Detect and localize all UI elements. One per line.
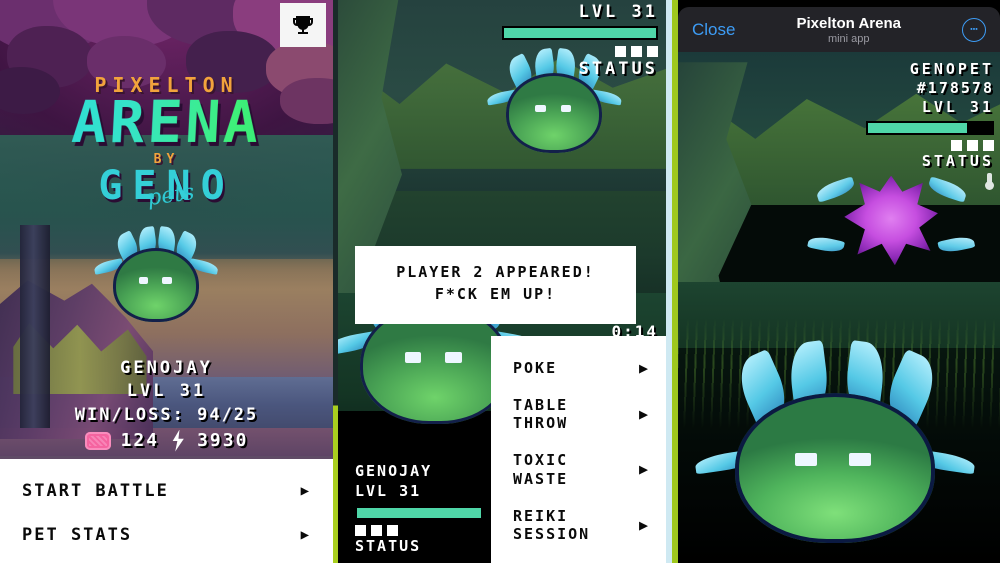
chevron-right-icon: ▶ (638, 404, 650, 423)
mini-app-pet-stats: GENOPET #178578 LVL 31 STATUS (866, 60, 994, 190)
opponent-hp-bar (502, 26, 658, 40)
battle-dialog-box[interactable]: PLAYER 2 APPEARED! F*CK EM UP! (355, 246, 636, 324)
dialog-line-2: F*CK EM UP! (434, 284, 557, 303)
chevron-right-icon: ▶ (638, 358, 650, 377)
player-pet-name: GENOJAY (355, 462, 433, 480)
home-menu: START BATTLE ▶ PET STATS ▶ (0, 459, 333, 563)
player-stats: GENOJAY LVL 31 STATUS (355, 462, 483, 555)
mini-app-left-edge (672, 0, 678, 563)
action-item-table-throw[interactable]: TABLE THROW ▶ (491, 387, 666, 443)
battle-action-menu: POKE ▶ TABLE THROW ▶ TOXIC WASTE ▶ REIKI… (491, 335, 666, 563)
panel-battle-screen: LVL 31 STATUS PLAYER 2 APPEARED! F*CK EM… (333, 0, 666, 563)
opponent-status-dots (502, 46, 658, 57)
pet-hp-fill (868, 123, 968, 133)
opponent-level: LVL 31 (578, 2, 658, 22)
page-subtitle: mini app (827, 32, 870, 45)
gem-value: 124 (120, 430, 160, 451)
opponent-stats: LVL 31 STATUS (502, 2, 658, 79)
action-item-reiki-session[interactable]: REIKI SESSION ▶ (491, 498, 666, 554)
menu-item-label: PET STATS (22, 525, 133, 545)
home-pet-sprite (93, 225, 219, 322)
opponent-hp-fill (504, 28, 656, 38)
pet-id: #178578 (916, 79, 994, 97)
chevron-right-icon: ▶ (300, 527, 311, 543)
trophy-button[interactable] (280, 3, 326, 47)
action-item-toxic-waste[interactable]: TOXIC WASTE ▶ (491, 442, 666, 498)
menu-item-pet-stats[interactable]: PET STATS ▶ (0, 513, 333, 557)
player-hp-fill (357, 508, 481, 518)
pet-status-label: STATUS (921, 152, 994, 170)
pet-status-dots (866, 140, 994, 151)
chevron-right-icon: ▶ (300, 483, 311, 499)
win-loss-label: WIN/LOSS: (74, 404, 185, 425)
home-pet-stats: GENOJAY LVL 31 WIN/LOSS: 94/25 124 3930 (0, 358, 333, 452)
energy-bolt-icon (172, 429, 184, 452)
mini-app-player-pet-sprite (694, 339, 976, 543)
mini-app-header: Close Pixelton Arena mini app ⋯ (678, 7, 1000, 52)
panel-home-screen: PIXELTON ARENA BY GENO pets GENOJAY LVL … (0, 0, 333, 563)
screenshot-root: PIXELTON ARENA BY GENO pets GENOJAY LVL … (0, 0, 1000, 563)
battle-left-edge (333, 0, 338, 563)
player-status-dots (355, 525, 483, 536)
bolt-value: 3930 (197, 430, 249, 451)
action-item-label: TOXIC WASTE (513, 451, 569, 488)
player-pet-level: LVL 31 (355, 482, 422, 500)
opponent-status-label: STATUS (578, 59, 658, 79)
gem-icon (84, 431, 111, 450)
resources-row: 124 3930 (0, 429, 333, 452)
pet-name: GENOJAY (120, 357, 213, 378)
dialog-line-1: PLAYER 2 APPEARED! (396, 263, 595, 281)
panel-divider (666, 0, 672, 563)
win-loss-value: 94/25 (197, 404, 259, 425)
chevron-right-icon: ▶ (638, 460, 650, 479)
action-item-label: REIKI SESSION (513, 506, 591, 544)
opponent-pet-sprite (486, 48, 623, 154)
action-item-label: POKE (513, 358, 558, 377)
menu-item-label: START BATTLE (22, 481, 169, 501)
pet-level: LVL 31 (126, 380, 207, 401)
logo-arena-text: ARENA (0, 88, 333, 156)
more-dots-icon[interactable]: ⋯ (962, 17, 986, 42)
pet-name: GENOPET (909, 60, 994, 78)
pet-hp-bar (866, 121, 994, 135)
win-loss-row: WIN/LOSS: 94/25 (0, 405, 333, 425)
game-logo: PIXELTON ARENA BY GENO pets (0, 73, 333, 211)
player-hp-bar (355, 506, 483, 520)
page-title: Pixelton Arena (796, 14, 901, 32)
menu-item-start-battle[interactable]: START BATTLE ▶ (0, 469, 333, 513)
trophy-icon (293, 16, 313, 34)
action-item-label: TABLE THROW (513, 395, 569, 433)
panel-mini-app-screen: Close Pixelton Arena mini app ⋯ GENOPET … (666, 0, 1000, 563)
close-button[interactable]: Close (692, 20, 735, 40)
header-titles: Pixelton Arena mini app (735, 15, 962, 45)
action-item-poke[interactable]: POKE ▶ (491, 350, 666, 387)
mini-app-game-view: GENOPET #178578 LVL 31 STATUS (678, 52, 1000, 563)
pet-level: LVL 31 (921, 98, 994, 116)
player-status-label: STATUS (355, 537, 422, 555)
thermometer-icon (985, 173, 994, 190)
chevron-right-icon: ▶ (638, 515, 650, 534)
